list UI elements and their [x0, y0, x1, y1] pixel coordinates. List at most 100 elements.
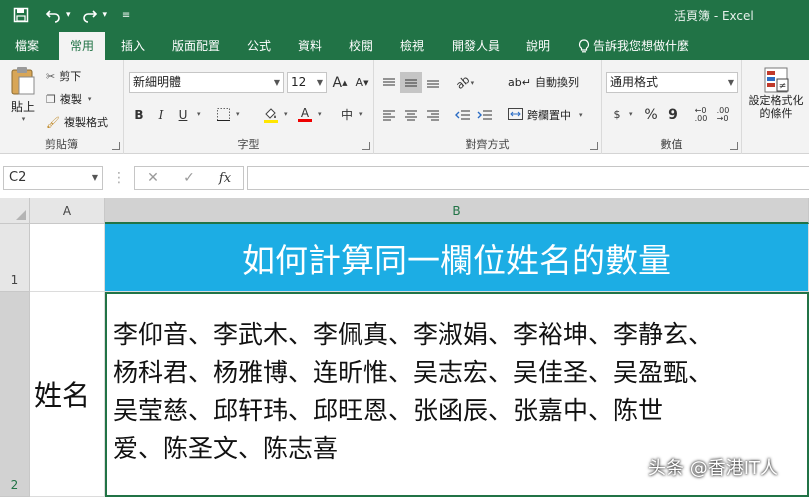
font-launcher-icon[interactable]: [362, 142, 370, 150]
align-top-button[interactable]: [378, 72, 400, 93]
copy-button[interactable]: ❐ 複製 ▾: [46, 91, 91, 107]
column-header-b[interactable]: B: [105, 198, 809, 224]
phonetic-button[interactable]: 中: [336, 104, 358, 125]
tab-review[interactable]: 校閱: [340, 32, 382, 60]
alignment-group: ab ▾ ab↵ 自動換列 跨欄置中 ▾ 對齊方式: [374, 60, 602, 154]
cell-b1-title[interactable]: 如何計算同一欄位姓名的數量: [105, 224, 809, 292]
number-format-value: 通用格式: [610, 75, 659, 89]
fill-color-dropdown-icon[interactable]: ▾: [284, 110, 288, 118]
fill-color-button[interactable]: [260, 104, 282, 125]
number-launcher-icon[interactable]: [730, 142, 738, 150]
row-header-2-label: 2: [10, 478, 19, 492]
column-header-a[interactable]: A: [30, 198, 105, 224]
tab-help[interactable]: 說明: [517, 32, 559, 60]
chevron-down-icon: ▼: [316, 78, 323, 87]
paste-dropdown-icon[interactable]: ▾: [22, 115, 26, 123]
orientation-button[interactable]: ab ▾: [453, 72, 476, 93]
names-line: 李仰音、李武木、李佩真、李淑娟、李裕坤、李静玄、: [113, 320, 714, 349]
formula-bar-resize-handle[interactable]: ⋮: [112, 170, 126, 186]
formula-input[interactable]: [247, 166, 809, 190]
shrink-font-button[interactable]: A ▼: [351, 72, 373, 93]
increase-indent-button[interactable]: [474, 104, 496, 125]
decrease-indent-button[interactable]: [452, 104, 474, 125]
underline-dropdown-icon[interactable]: ▾: [197, 110, 201, 118]
tab-developer[interactable]: 開發人員: [443, 32, 509, 60]
row-header-1[interactable]: 1: [0, 224, 30, 292]
decrease-decimal-button[interactable]: .00 →0: [712, 104, 734, 125]
shrink-font-label: A: [355, 76, 364, 89]
tab-view[interactable]: 檢視: [391, 32, 433, 60]
insert-function-icon[interactable]: fx: [207, 171, 243, 186]
merge-dropdown-icon[interactable]: ▾: [579, 111, 583, 119]
clipboard-group-label: 剪貼簿: [45, 138, 78, 151]
accounting-format-button[interactable]: $: [606, 104, 628, 125]
tab-formulas[interactable]: 公式: [238, 32, 280, 60]
redo-icon[interactable]: [77, 4, 103, 26]
border-icon: [216, 108, 230, 121]
select-all-button[interactable]: [0, 198, 30, 224]
grow-font-button[interactable]: A ▲: [329, 72, 351, 93]
bold-button[interactable]: B: [128, 104, 150, 125]
format-painter-button[interactable]: 🖌 複製格式: [46, 114, 108, 130]
increase-decimal-button[interactable]: ←0.00: [690, 104, 712, 125]
number-group: 通用格式 ▼ $ ▾ % 9 ←0.00 .00 →0 數值: [602, 60, 742, 154]
align-left-button[interactable]: [378, 104, 400, 125]
copy-label: 複製: [59, 93, 82, 106]
names-line: 杨科君、杨雅博、连昕惟、吴志宏、吴佳圣、吴盈甄、: [113, 358, 714, 387]
name-box-value: C2: [9, 170, 27, 185]
number-group-label: 數值: [660, 138, 683, 151]
font-color-button[interactable]: A: [294, 104, 316, 125]
undo-dropdown-icon[interactable]: ▾: [66, 10, 71, 20]
font-name-select[interactable]: 新細明體 ▼: [129, 72, 284, 93]
merge-center-button[interactable]: 跨欄置中 ▾: [508, 107, 583, 123]
cut-button[interactable]: ✂ 剪下: [46, 68, 81, 84]
font-name-value: 新細明體: [133, 75, 182, 89]
name-box[interactable]: C2 ▼: [3, 166, 103, 190]
wrap-text-button[interactable]: ab↵ 自動換列: [508, 74, 579, 90]
redo-dropdown-icon[interactable]: ▾: [103, 10, 108, 20]
underline-button[interactable]: U: [172, 104, 194, 125]
italic-button[interactable]: I: [150, 104, 172, 125]
customize-icon[interactable]: ≡: [113, 4, 139, 26]
alignment-launcher-icon[interactable]: [590, 142, 598, 150]
border-button[interactable]: [212, 104, 234, 125]
align-top-icon: [383, 78, 395, 85]
number-format-select[interactable]: 通用格式 ▼: [606, 72, 738, 93]
align-right-button[interactable]: [422, 104, 444, 125]
cancel-icon[interactable]: ✕: [135, 170, 171, 186]
cell-a1[interactable]: [30, 224, 105, 292]
font-color-dropdown-icon[interactable]: ▾: [318, 110, 322, 118]
accounting-dropdown-icon[interactable]: ▾: [629, 110, 633, 118]
save-icon[interactable]: [8, 4, 34, 26]
tab-page-layout[interactable]: 版面配置: [163, 32, 229, 60]
tab-data[interactable]: 資料: [289, 32, 331, 60]
tell-me-box[interactable]: 告訴我您想做什麼: [578, 32, 689, 60]
enter-icon[interactable]: ✓: [171, 170, 207, 186]
align-center-button[interactable]: [400, 104, 422, 125]
align-bottom-button[interactable]: [422, 72, 444, 93]
title-bar: ▾ ▾ ≡ 活頁簿 - Excel: [0, 0, 809, 32]
paste-label: 貼上: [10, 100, 35, 114]
font-size-select[interactable]: 12 ▼: [287, 72, 327, 93]
copy-dropdown-icon[interactable]: ▾: [88, 95, 92, 103]
align-center-icon: [405, 110, 417, 120]
formula-bar: C2 ▼ ⋮ ✕ ✓ fx: [0, 160, 809, 196]
percent-button[interactable]: %: [640, 104, 662, 125]
names-line: 吴莹慈、邱轩玮、邱旺恩、张函辰、张嘉中、陈世: [113, 396, 664, 425]
paste-button[interactable]: 貼上 ▾: [6, 66, 40, 123]
chevron-down-icon: ▼: [727, 78, 734, 87]
clipboard-launcher-icon[interactable]: [112, 142, 120, 150]
comma-style-button[interactable]: 9: [662, 104, 684, 125]
align-middle-button[interactable]: [400, 72, 422, 93]
phonetic-dropdown-icon[interactable]: ▾: [359, 110, 363, 118]
border-dropdown-icon[interactable]: ▾: [236, 110, 240, 118]
row-header-2[interactable]: 2: [0, 292, 30, 497]
tab-insert[interactable]: 插入: [112, 32, 154, 60]
grow-font-label: A: [332, 74, 343, 91]
conditional-formatting-button[interactable]: ≠ 設定格式化的條件: [744, 66, 808, 120]
undo-icon[interactable]: [40, 4, 66, 26]
tab-home[interactable]: 常用: [59, 32, 105, 60]
cell-a2-label[interactable]: 姓名: [30, 292, 105, 497]
tab-file[interactable]: 檔案: [2, 32, 52, 60]
scissors-icon: ✂: [46, 69, 56, 83]
